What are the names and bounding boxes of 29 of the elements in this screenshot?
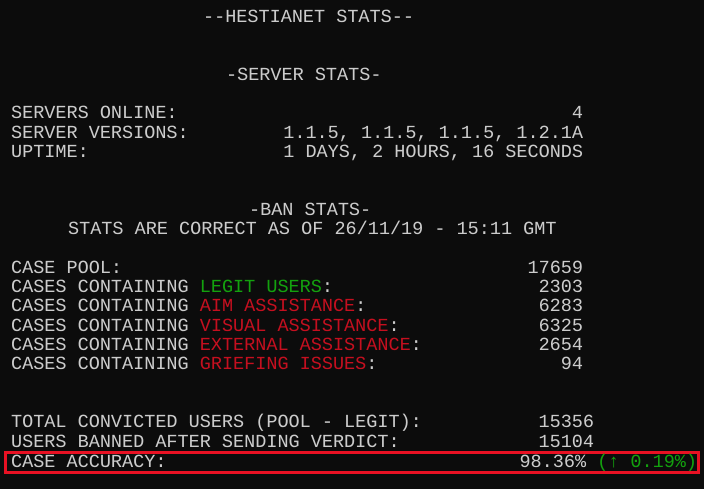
stat-value: 98.36% (519, 452, 586, 472)
section-heading: -BAN STATS- (249, 200, 372, 220)
stat-label: CASES CONTAINING AIM ASSISTANCE: (11, 297, 366, 317)
stat-value: 94 (560, 355, 583, 375)
change-indicator: (↑ 0.19%) (597, 452, 697, 472)
stat-value: 15356 (538, 413, 594, 433)
stat-value: 15104 (538, 432, 594, 452)
stat-label: TOTAL CONVICTED USERS (POOL - LEGIT): (11, 413, 422, 433)
section-heading: -SERVER STATS- (226, 66, 382, 86)
stat-value: 17659 (527, 258, 583, 278)
stat-label: CASES CONTAINING LEGIT USERS: (11, 278, 333, 298)
stat-label: SERVER VERSIONS: (11, 124, 189, 144)
stat-value: 6283 (538, 297, 583, 317)
stat-label: USERS BANNED AFTER SENDING VERDICT: (11, 432, 400, 452)
stat-label: CASE ACCURACY: (11, 452, 166, 472)
timestamp-note: STATS ARE CORRECT AS OF 26/11/19 - 15:11 GMT (68, 220, 556, 240)
stat-label: UPTIME: (11, 143, 89, 162)
page-title: --HESTIANET STATS-- (203, 8, 414, 28)
stat-label: CASE POOL: (11, 258, 122, 278)
stat-label: SERVERS ONLINE: (11, 104, 178, 124)
stat-value: 1 DAYS, 2 HOURS, 16 SECONDS (283, 143, 583, 162)
stat-label: CASES CONTAINING VISUAL ASSISTANCE: (11, 316, 400, 336)
stat-value: 2303 (538, 278, 583, 298)
stat-label: CASES CONTAINING EXTERNAL ASSISTANCE: (11, 336, 422, 356)
stat-value: 6325 (538, 316, 583, 336)
stat-value: 1.1.5, 1.1.5, 1.1.5, 1.2.1A (283, 124, 583, 144)
stat-value: 2654 (538, 336, 583, 356)
stat-label: CASES CONTAINING GRIEFING ISSUES: (11, 355, 378, 375)
stat-value: 4 (572, 104, 583, 124)
